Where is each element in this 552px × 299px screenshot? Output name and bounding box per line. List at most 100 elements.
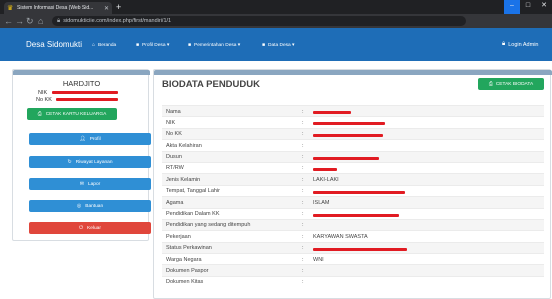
button-label: Lapor bbox=[87, 181, 101, 187]
service-history-button[interactable]: ↻ Riwayat Layanan bbox=[29, 156, 151, 168]
redaction-mark bbox=[313, 133, 383, 137]
table-row: Warga Negara : WNI bbox=[162, 253, 544, 264]
row-label: Agama bbox=[166, 199, 184, 206]
table-row: Nama : bbox=[162, 105, 544, 117]
report-button[interactable]: ✉ Lapor bbox=[29, 178, 151, 190]
login-label: Login Admin bbox=[508, 41, 539, 48]
row-separator: : bbox=[302, 279, 304, 286]
logout-button[interactable]: ⏻ Keluar bbox=[29, 222, 151, 234]
row-value: KARYAWAN SWASTA bbox=[313, 233, 368, 240]
nik-line: NIK bbox=[38, 90, 118, 96]
kk-label: No KK bbox=[36, 97, 52, 103]
redaction-mark bbox=[313, 167, 337, 171]
window-maximize-icon[interactable]: □ bbox=[520, 0, 536, 14]
row-separator: : bbox=[302, 267, 304, 274]
table-row: Tempat, Tanggal Lahir : bbox=[162, 184, 544, 196]
row-label: No KK bbox=[166, 131, 182, 138]
row-separator: : bbox=[302, 131, 304, 138]
new-tab-icon[interactable]: + bbox=[116, 2, 121, 12]
reload-icon[interactable]: ↻ bbox=[26, 15, 34, 27]
row-label: Warga Negara bbox=[166, 256, 202, 263]
home-browser-icon[interactable]: ⌂ bbox=[38, 15, 43, 27]
lock-icon: 🔒︎ bbox=[502, 41, 506, 47]
lock-icon: 🔒︎ bbox=[57, 17, 61, 24]
row-separator: : bbox=[302, 119, 304, 126]
window-minimize-icon[interactable]: – bbox=[504, 0, 520, 14]
button-label: Riwayat Layanan bbox=[75, 159, 113, 165]
nav-item-label: Beranda bbox=[98, 42, 117, 48]
browser-tab[interactable]: ♛ Sistem Informasi Desa (Web Sid... ✕ bbox=[4, 2, 112, 14]
home-icon: ⌂ bbox=[92, 42, 96, 48]
site-navbar: Desa Sidomukti ⌂ Beranda ■ Profil Desa ▾… bbox=[0, 28, 552, 61]
kk-line: No KK bbox=[36, 97, 119, 103]
row-label: NIK bbox=[166, 119, 176, 126]
nav-item-data-desa[interactable]: ■ Data Desa ▾ bbox=[262, 42, 294, 48]
row-separator: : bbox=[302, 256, 304, 263]
redaction-mark bbox=[313, 247, 407, 251]
row-label: RT/RW bbox=[166, 165, 184, 172]
back-icon[interactable]: ← bbox=[4, 15, 13, 27]
nav-item-label: Profil Desa ▾ bbox=[142, 42, 170, 48]
nav-item-label: Data Desa ▾ bbox=[268, 42, 295, 48]
address-bar[interactable]: 🔒︎ sidomukticiie.com/index.php/first/man… bbox=[52, 16, 466, 26]
table-row: No KK : bbox=[162, 127, 544, 140]
row-separator: : bbox=[302, 154, 304, 161]
logout-icon: ⏻ bbox=[79, 225, 84, 231]
resident-name: HARDJITO bbox=[62, 79, 101, 88]
panel-header-bar bbox=[154, 70, 552, 75]
row-label: Pendidikan Dalam KK bbox=[166, 211, 220, 218]
print-biodata-button[interactable]: ⎙ CETAK BIODATA bbox=[478, 78, 544, 90]
row-separator: : bbox=[302, 188, 304, 195]
row-label: Pekerjaan bbox=[166, 233, 191, 240]
row-label: Akta Kelahiran bbox=[166, 142, 202, 149]
browser-tab-bar: ♛ Sistem Informasi Desa (Web Sid... ✕ + … bbox=[0, 0, 552, 14]
redaction-mark bbox=[313, 156, 379, 160]
page-title: BIODATA PENDUDUK bbox=[162, 79, 260, 90]
print-family-card-button[interactable]: ⎙ CETAK KARTU KELUARGA bbox=[27, 108, 117, 120]
nav-item-pemerintahan-desa[interactable]: ■ Pemerintahan Desa ▾ bbox=[188, 42, 240, 48]
help-button[interactable]: ◎ Bantuan bbox=[29, 200, 151, 212]
nav-item-profil-desa[interactable]: ■ Profil Desa ▾ bbox=[136, 42, 169, 48]
table-row: Jenis Kelamin : LAKI-LAKI bbox=[162, 173, 544, 185]
panel-header-bar bbox=[13, 70, 150, 75]
table-row: Dokumen Kitas : bbox=[162, 275, 544, 287]
url-text: sidomukticiie.com/index.php/first/mandir… bbox=[63, 18, 172, 24]
table-row: NIK : bbox=[162, 116, 544, 127]
table-row: Pendidikan Dalam KK : bbox=[162, 207, 544, 219]
login-admin-link[interactable]: 🔒︎ Login Admin bbox=[502, 41, 538, 48]
table-row: Akta Kelahiran : bbox=[162, 139, 544, 150]
row-label: Nama bbox=[166, 108, 181, 115]
row-value: WNI bbox=[313, 256, 324, 263]
row-label: Tempat, Tanggal Lahir bbox=[166, 188, 221, 195]
window-close-icon[interactable]: ✕ bbox=[536, 0, 552, 14]
nav-item-label: Pemerintahan Desa ▾ bbox=[194, 42, 241, 48]
table-row: Pekerjaan : KARYAWAN SWASTA bbox=[162, 230, 544, 241]
row-separator: : bbox=[302, 199, 304, 206]
row-separator: : bbox=[302, 108, 304, 115]
screen: ♛ Sistem Informasi Desa (Web Sid... ✕ + … bbox=[0, 0, 552, 299]
redaction-mark bbox=[51, 91, 118, 95]
profil-button[interactable]: 👤︎ Profil bbox=[29, 133, 151, 145]
biodata-panel: BIODATA PENDUDUK ⎙ CETAK BIODATA Nama : … bbox=[153, 69, 552, 299]
forward-icon[interactable]: → bbox=[15, 15, 24, 27]
gov-icon: ■ bbox=[188, 42, 192, 48]
history-icon: ↻ bbox=[67, 159, 72, 165]
site-favicon-icon: ♛ bbox=[7, 4, 14, 12]
table-row: RT/RW : bbox=[162, 161, 544, 173]
button-label: CETAK KARTU KELUARGA bbox=[45, 111, 107, 117]
help-icon: ◎ bbox=[76, 203, 82, 209]
print-icon: ⎙ bbox=[37, 111, 42, 117]
brand-title[interactable]: Desa Sidomukti bbox=[26, 40, 82, 49]
redaction-mark bbox=[313, 190, 405, 194]
redaction-mark bbox=[313, 122, 385, 126]
print-icon: ⎙ bbox=[488, 81, 493, 87]
row-separator: : bbox=[302, 233, 304, 240]
nav-item-beranda[interactable]: ⌂ Beranda bbox=[92, 42, 116, 48]
user-icon: 👤︎ bbox=[79, 136, 86, 142]
redaction-mark bbox=[313, 213, 399, 217]
row-separator: : bbox=[302, 176, 304, 183]
tab-close-icon[interactable]: ✕ bbox=[104, 5, 109, 12]
button-label: Keluar bbox=[87, 225, 101, 231]
row-label: Jenis Kelamin bbox=[166, 176, 201, 183]
row-label: Dokumen Kitas bbox=[166, 279, 204, 286]
